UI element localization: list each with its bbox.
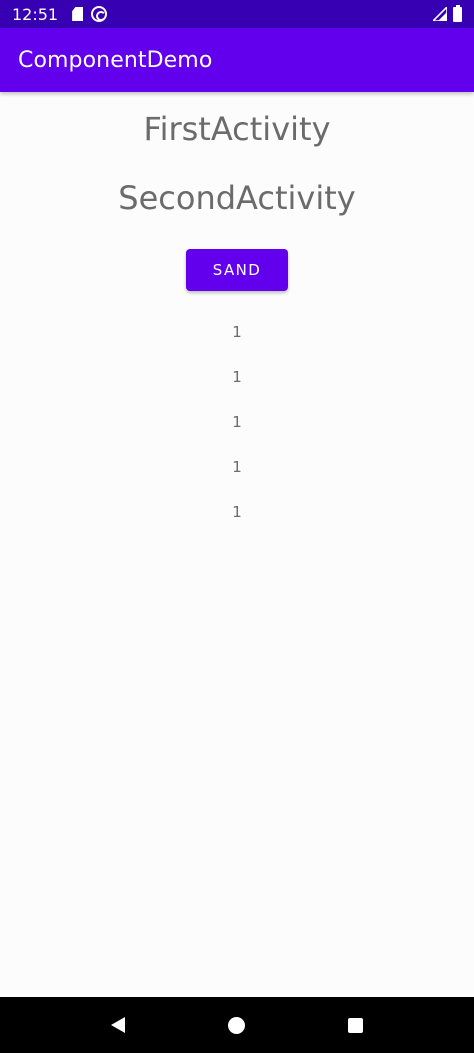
- notification-icon: [91, 6, 108, 22]
- list-item: 1: [232, 368, 242, 386]
- sd-card-icon: [72, 7, 84, 21]
- signal-icon: [433, 7, 447, 21]
- app-title: ComponentDemo: [18, 47, 213, 73]
- first-activity-text: FirstActivity: [143, 110, 331, 148]
- sand-button[interactable]: SAND: [186, 249, 288, 291]
- item-list: 1 1 1 1 1: [0, 320, 474, 545]
- status-bar: 12:51: [0, 0, 474, 28]
- battery-icon: [453, 4, 462, 22]
- list-item: 1: [232, 413, 242, 431]
- navigation-bar: [0, 997, 474, 1053]
- main-content: FirstActivity SecondActivity SAND 1 1 1 …: [0, 92, 474, 997]
- recents-icon[interactable]: [347, 1017, 363, 1033]
- list-item: 1: [232, 458, 242, 476]
- status-icons-left: [72, 6, 108, 22]
- second-activity-text: SecondActivity: [118, 179, 356, 217]
- status-time: 12:51: [12, 4, 59, 24]
- list-item: 1: [232, 323, 242, 341]
- status-icons-right: [433, 4, 462, 22]
- list-item: 1: [232, 503, 242, 521]
- home-icon[interactable]: [227, 1016, 245, 1034]
- app-bar: ComponentDemo: [0, 28, 474, 92]
- back-icon[interactable]: [111, 1017, 126, 1033]
